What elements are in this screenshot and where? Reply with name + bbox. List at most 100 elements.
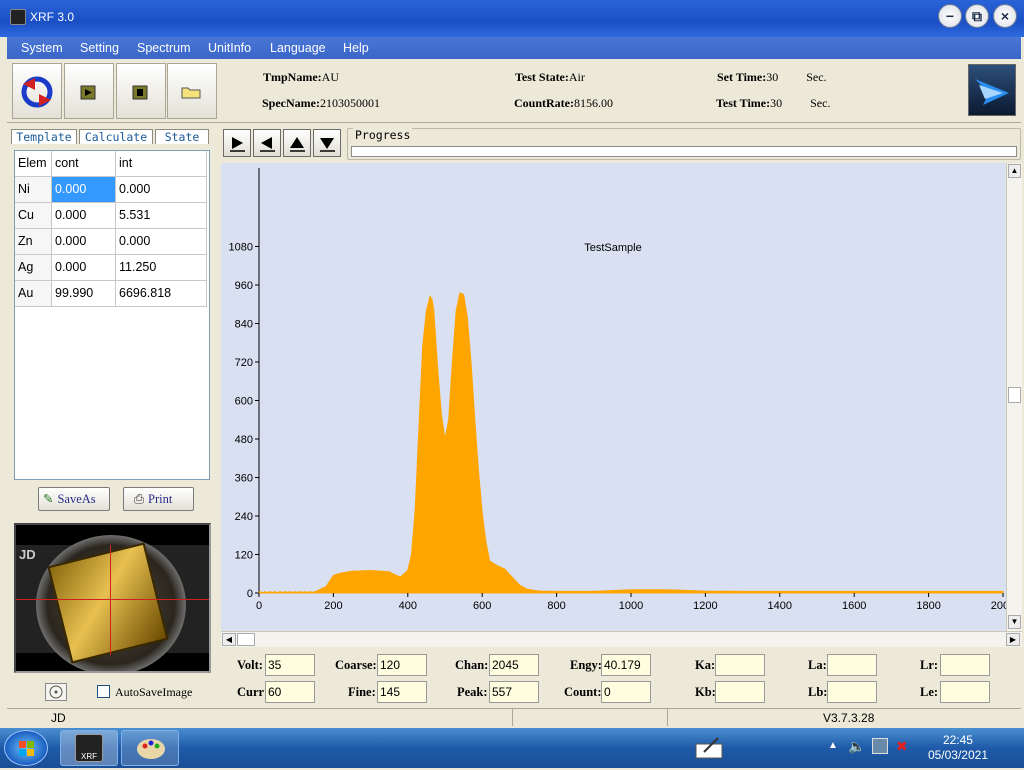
cont-cell[interactable]: 0.000 xyxy=(52,203,116,229)
autosave-checkbox[interactable] xyxy=(97,685,110,698)
engy-field[interactable]: 40.179 xyxy=(601,654,651,676)
minimize-button[interactable]: − xyxy=(938,4,962,28)
element-cell[interactable]: Ni xyxy=(15,177,52,203)
tab-calculate[interactable]: Calculate xyxy=(79,129,153,144)
la-field[interactable] xyxy=(827,654,877,676)
progress-bar xyxy=(351,146,1017,157)
chart-title: TestSample xyxy=(584,242,641,254)
element-cell[interactable]: Au xyxy=(15,281,52,307)
horizontal-scrollbar[interactable]: ◀ ▶ xyxy=(221,631,1022,647)
int-cell[interactable]: 6696.818 xyxy=(116,281,207,307)
title-bar: XRF 3.0 − ⧉ × xyxy=(0,0,1024,37)
int-cell[interactable]: 0.000 xyxy=(116,229,207,255)
xrf-app-icon: XRF xyxy=(75,734,103,762)
spectrum-chart[interactable]: 0 120 240 360 480 600 720 840 960 1080 0 200 400 600 8… xyxy=(221,163,1015,631)
horizontal-scroll-thumb[interactable] xyxy=(237,633,255,646)
x-tick-label: 800 xyxy=(547,600,565,612)
int-cell[interactable]: 5.531 xyxy=(116,203,207,229)
fine-label: Fine: xyxy=(348,685,376,699)
menu-help[interactable]: Help xyxy=(343,41,369,55)
menu-system[interactable]: System xyxy=(21,41,63,55)
ka-field[interactable] xyxy=(715,654,765,676)
maximize-button[interactable]: ⧉ xyxy=(965,4,989,28)
peak-field[interactable]: 557 xyxy=(489,681,539,703)
y-tick-label: 0 xyxy=(247,588,253,600)
open-folder-button[interactable] xyxy=(167,63,217,119)
camera-capture-button[interactable] xyxy=(45,683,67,701)
y-tick-label: 240 xyxy=(235,511,253,523)
lr-field[interactable] xyxy=(940,654,990,676)
cont-cell[interactable]: 0.000 xyxy=(52,229,116,255)
print-button[interactable]: ⎙ Print xyxy=(123,487,194,511)
curr-field[interactable]: 60 xyxy=(265,681,315,703)
paint-palette-icon xyxy=(137,739,165,759)
scale-up-button[interactable] xyxy=(283,129,311,157)
scroll-right-arrow[interactable]: ▶ xyxy=(1006,633,1020,646)
vertical-scroll-thumb[interactable] xyxy=(1008,387,1021,403)
logo-fish-icon xyxy=(975,79,1009,105)
volt-label: Volt: xyxy=(237,658,263,672)
kb-label: Kb: xyxy=(695,685,716,699)
volume-icon[interactable]: 🔈 xyxy=(848,738,865,755)
vertical-scrollbar[interactable]: ▲ ▼ xyxy=(1006,163,1022,631)
scroll-left-arrow[interactable]: ◀ xyxy=(222,633,236,646)
network-icon[interactable] xyxy=(872,738,888,754)
taskbar-paint-app[interactable] xyxy=(121,730,179,766)
saveas-icon: ✎ xyxy=(43,492,54,506)
chan-field[interactable]: 2045 xyxy=(489,654,539,676)
lb-field[interactable] xyxy=(827,681,877,703)
x-tick-label: 1800 xyxy=(916,600,940,612)
left-panel: Template Calculate State Elem cont int N… xyxy=(7,123,217,708)
header-elem: Elem xyxy=(15,151,52,177)
next-button[interactable] xyxy=(223,129,251,157)
spectrum-area xyxy=(258,292,1004,594)
start-test-button[interactable] xyxy=(64,63,114,119)
menu-unitinfo[interactable]: UnitInfo xyxy=(208,41,251,55)
cont-cell[interactable]: 99.990 xyxy=(52,281,116,307)
count-label: Count: xyxy=(564,685,602,699)
kb-field[interactable] xyxy=(715,681,765,703)
tab-template[interactable]: Template xyxy=(11,129,77,144)
menu-setting[interactable]: Setting xyxy=(80,41,119,55)
scroll-up-arrow[interactable]: ▲ xyxy=(1008,164,1021,178)
menu-spectrum[interactable]: Spectrum xyxy=(137,41,191,55)
int-cell[interactable]: 11.250 xyxy=(116,255,207,281)
stop-test-button[interactable] xyxy=(116,63,166,119)
play-icon xyxy=(80,85,96,100)
countrate-info: CountRate:8156.00 xyxy=(514,96,613,110)
y-tick-label: 120 xyxy=(235,550,253,562)
element-cell[interactable]: Ag xyxy=(15,255,52,281)
refresh-button[interactable] xyxy=(12,63,62,119)
scroll-down-arrow[interactable]: ▼ xyxy=(1008,615,1021,629)
previous-button[interactable] xyxy=(253,129,281,157)
start-button[interactable] xyxy=(4,730,48,766)
action-center-icon[interactable]: ✖ xyxy=(896,738,908,755)
count-field[interactable]: 0 xyxy=(601,681,651,703)
menu-language[interactable]: Language xyxy=(270,41,326,55)
y-tick-label: 960 xyxy=(235,280,253,292)
volt-field[interactable]: 35 xyxy=(265,654,315,676)
spectrum-panel: Progress 0 120 240 360 480 600 720 840 960 1080 0 2… xyxy=(219,123,1022,648)
le-label: Le: xyxy=(920,685,939,699)
tablet-input-icon[interactable] xyxy=(694,736,724,760)
cont-cell[interactable]: 0.000 xyxy=(52,177,116,203)
taskbar-xrf-app[interactable]: XRF xyxy=(60,730,118,766)
progress-label: Progress xyxy=(353,128,413,142)
y-tick-label: 360 xyxy=(235,473,253,485)
close-button[interactable]: × xyxy=(993,4,1017,28)
element-cell[interactable]: Zn xyxy=(15,229,52,255)
tab-state[interactable]: State xyxy=(155,129,209,144)
element-cell[interactable]: Cu xyxy=(15,203,52,229)
saveas-button[interactable]: ✎ SaveAs xyxy=(38,487,110,511)
le-field[interactable] xyxy=(940,681,990,703)
window-title: XRF 3.0 xyxy=(30,10,75,24)
cont-cell[interactable]: 0.000 xyxy=(52,255,116,281)
coarse-field[interactable]: 120 xyxy=(377,654,427,676)
fine-field[interactable]: 145 xyxy=(377,681,427,703)
clock[interactable]: 22:45 05/03/2021 xyxy=(928,733,988,763)
show-hidden-icons[interactable]: ▲ xyxy=(828,740,838,751)
x-tick-label: 200 xyxy=(324,600,342,612)
results-grid: Elem cont int Ni 0.000 0.000 Cu 0.000 5.531 Zn… xyxy=(14,150,210,480)
scale-down-button[interactable] xyxy=(313,129,341,157)
int-cell[interactable]: 0.000 xyxy=(116,177,207,203)
